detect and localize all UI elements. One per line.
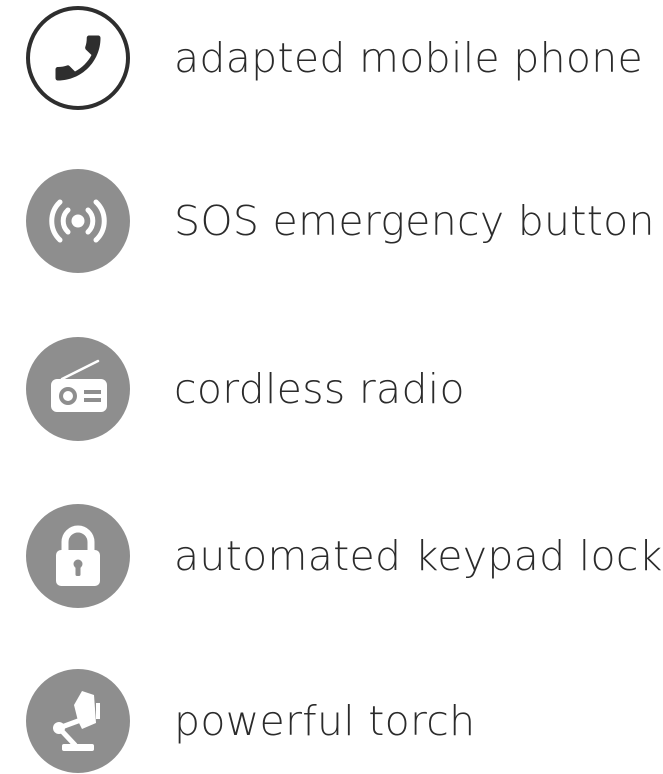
feature-item-mobile-phone: adapted mobile phone [26, 5, 656, 111]
feature-item-sos-button: SOS emergency button [26, 168, 656, 274]
feature-label: automated keypad lock [174, 531, 663, 580]
torch-badge [26, 669, 130, 773]
feature-item-cordless-radio: cordless radio [26, 336, 656, 442]
radio-icon [51, 359, 107, 412]
feature-item-keypad-lock: automated keypad lock [26, 503, 662, 609]
lock-badge [26, 504, 130, 608]
phone-handset-icon [55, 35, 101, 81]
feature-label: SOS emergency button [174, 196, 655, 245]
desk-lamp-icon [53, 691, 100, 751]
sos-broadcast-icon [49, 199, 107, 243]
feature-label: powerful torch [174, 696, 476, 745]
feature-label: adapted mobile phone [174, 33, 644, 82]
feature-list: adapted mobile phone SOS emergency butto… [0, 0, 663, 774]
sos-badge [26, 169, 130, 273]
feature-item-powerful-torch: powerful torch [26, 668, 656, 774]
radio-badge [26, 337, 130, 441]
phone-badge [26, 6, 130, 110]
padlock-icon [56, 525, 100, 586]
feature-label: cordless radio [174, 364, 465, 413]
